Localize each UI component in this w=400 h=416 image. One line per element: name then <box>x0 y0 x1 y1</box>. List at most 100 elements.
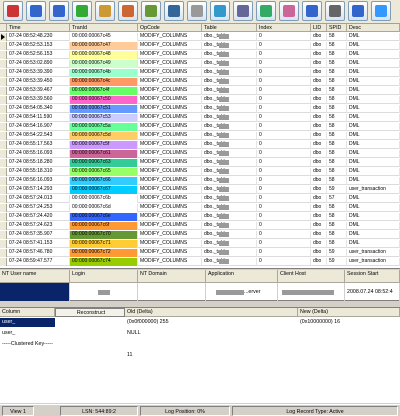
cell-desc: DML <box>347 60 400 68</box>
table-row[interactable]: 07-24 08:55:17.563 00:000:00067c5f MODIFY_… <box>0 141 400 149</box>
row-selector[interactable] <box>0 177 7 185</box>
col-header-lid[interactable]: LID <box>311 24 327 32</box>
col-header-tranid[interactable]: TranId <box>70 24 138 32</box>
col-header-spid[interactable]: SPID <box>327 24 347 32</box>
row-selector[interactable] <box>0 168 7 176</box>
table-row[interactable]: 07-24 08:57:46.780 00:000:00067c72 MODIFY_… <box>0 249 400 257</box>
table-row[interactable]: 07-24 08:54:16.907 00:000:00067c5a MODIFY_… <box>0 123 400 131</box>
table-row[interactable]: 07-24 08:52:56.153 00:000:00067c48 MODIFY_… <box>0 51 400 59</box>
row-selector[interactable] <box>0 33 7 41</box>
column-row[interactable]: user_ (0x0f000000) 255 (0x10000000) 16 <box>0 318 400 327</box>
col-header-opcode[interactable]: OpCode <box>138 24 202 32</box>
grid-button[interactable] <box>187 1 207 21</box>
col-header-new-delta[interactable]: New (Delta) <box>298 308 400 317</box>
row-selector[interactable] <box>0 60 7 68</box>
row-selector[interactable] <box>0 258 7 266</box>
row-selector[interactable] <box>0 51 7 59</box>
stop-button[interactable] <box>3 1 23 21</box>
cell-opcode: MODIFY_COLUMNS <box>138 186 202 194</box>
col-header-time[interactable]: Time <box>7 24 70 32</box>
col-header-table[interactable]: Table <box>202 24 257 32</box>
row-selector[interactable] <box>0 249 7 257</box>
cell-lid: dbo <box>311 159 327 167</box>
row-selector[interactable] <box>0 42 7 50</box>
filter-remove-button[interactable] <box>118 1 138 21</box>
col-header-session-start[interactable]: Session Start <box>345 270 400 283</box>
row-selector[interactable] <box>0 222 7 230</box>
column-row[interactable]: -----Clustered Key----- <box>0 340 400 349</box>
table-row[interactable]: 07-24 08:53:39.467 00:000:00067c4f MODIFY_… <box>0 87 400 95</box>
table-row[interactable]: 07-24 08:57:24.623 00:000:00067c6f MODIFY_… <box>0 222 400 230</box>
col-header-old-delta[interactable]: Old (Delta) <box>125 308 298 317</box>
col-header-column[interactable]: Column <box>0 308 55 317</box>
save-button[interactable] <box>348 1 368 21</box>
table-row[interactable]: 07-24 08:53:39.450 00:000:00067c4c MODIFY_… <box>0 78 400 86</box>
check-button[interactable] <box>256 1 276 21</box>
row-selector[interactable] <box>0 141 7 149</box>
table-row[interactable]: 07-24 08:53:39.390 00:000:00067c4b MODIFY_… <box>0 69 400 77</box>
row-selector[interactable] <box>0 231 7 239</box>
column-row[interactable]: 11 <box>0 351 400 360</box>
column-changes-panel[interactable]: Column Reconstruct Old (Delta) New (Delt… <box>0 307 400 403</box>
table-row[interactable]: 07-24 08:55:16.093 00:000:00067c61 MODIFY_… <box>0 150 400 158</box>
table-row[interactable]: 07-24 08:59:47.577 00:000:00067c74 MODIFY_… <box>0 258 400 266</box>
row-selector[interactable] <box>0 204 7 212</box>
row-selector[interactable] <box>0 213 7 221</box>
row-selector[interactable] <box>0 114 7 122</box>
export-button[interactable] <box>164 1 184 21</box>
help-button[interactable] <box>371 1 391 21</box>
table-row[interactable]: 07-24 08:56:16.093 00:000:00067c66 MODIFY_… <box>0 177 400 185</box>
table-row[interactable]: 07-24 08:57:24.253 00:000:00067c6d MODIFY_… <box>0 204 400 212</box>
settings-button[interactable] <box>233 1 253 21</box>
row-selector[interactable] <box>0 87 7 95</box>
session-row[interactable]: ...erver 2008.07.24 08:52:4 <box>0 283 400 301</box>
table-row[interactable]: 07-24 08:54:22.543 00:000:00067c5d MODIFY_… <box>0 132 400 140</box>
table-row[interactable]: 07-24 08:54:05.340 00:000:00067c51 MODIFY_… <box>0 105 400 113</box>
refresh-button[interactable] <box>72 1 92 21</box>
zoom-in-button[interactable] <box>26 1 46 21</box>
table-row[interactable]: 07-24 08:57:35.907 00:000:00067c70 MODIFY_… <box>0 231 400 239</box>
nt-domain-cell <box>138 283 206 301</box>
col-header-application[interactable]: Application <box>206 270 278 283</box>
log-records-grid[interactable]: Time TranId OpCode Table Index LID SPID … <box>0 24 400 269</box>
row-selector[interactable] <box>0 195 7 203</box>
col-header-login[interactable]: Login <box>70 270 138 283</box>
sort-button[interactable] <box>210 1 230 21</box>
row-selector[interactable] <box>0 105 7 113</box>
column-row[interactable]: user_ NULL <box>0 329 400 338</box>
table-row[interactable]: 07-24 08:57:24.420 00:000:00067c6e MODIFY_… <box>0 213 400 221</box>
row-selector[interactable] <box>0 123 7 131</box>
col-header-nt-domain[interactable]: NT Domain <box>138 270 206 283</box>
col-header-nt-user[interactable]: NT User name <box>0 270 70 283</box>
cell-table: dbo._table <box>202 213 257 221</box>
col-header-desc[interactable]: Desc <box>347 24 400 32</box>
table-row[interactable]: 07-24 08:52:48.230 00:000:00067c45 MODIFY_… <box>0 33 400 41</box>
row-selector[interactable] <box>0 186 7 194</box>
row-selector[interactable] <box>0 159 7 167</box>
cell-opcode: MODIFY_COLUMNS <box>138 240 202 248</box>
row-selector[interactable] <box>0 132 7 140</box>
table-row[interactable]: 07-24 08:57:14.293 00:000:00067c67 MODIFY_… <box>0 186 400 194</box>
row-selector[interactable] <box>0 150 7 158</box>
col-header-index[interactable]: Index <box>257 24 311 32</box>
filter-button[interactable] <box>95 1 115 21</box>
search-button[interactable] <box>302 1 322 21</box>
table-row[interactable]: 07-24 08:55:18.310 00:000:00067c65 MODIFY_… <box>0 168 400 176</box>
table-row[interactable]: 07-24 08:57:24.013 00:000:00067c6b MODIFY_… <box>0 195 400 203</box>
table-row[interactable]: 07-24 08:54:11.590 00:000:00067c53 MODIFY_… <box>0 114 400 122</box>
col-header-client-host[interactable]: Client Host <box>278 270 345 283</box>
table-row[interactable]: 07-24 08:55:18.280 00:000:00067c63 MODIFY_… <box>0 159 400 167</box>
table-row[interactable]: 07-24 08:57:41.153 00:000:00067c71 MODIFY_… <box>0 240 400 248</box>
row-selector[interactable] <box>0 96 7 104</box>
reconstruct-button[interactable]: Reconstruct <box>55 308 125 317</box>
row-selector[interactable] <box>0 240 7 248</box>
table-row[interactable]: 07-24 08:53:39.560 00:000:00067c50 MODIFY_… <box>0 96 400 104</box>
schedule-button[interactable] <box>279 1 299 21</box>
report-button[interactable] <box>141 1 161 21</box>
print-button[interactable] <box>325 1 345 21</box>
table-row[interactable]: 07-24 08:52:53.153 00:000:00067c47 MODIFY_… <box>0 42 400 50</box>
row-selector[interactable] <box>0 78 7 86</box>
zoom-out-button[interactable] <box>49 1 69 21</box>
row-selector[interactable] <box>0 69 7 77</box>
table-row[interactable]: 07-24 08:53:02.890 00:000:00067c49 MODIFY_… <box>0 60 400 68</box>
